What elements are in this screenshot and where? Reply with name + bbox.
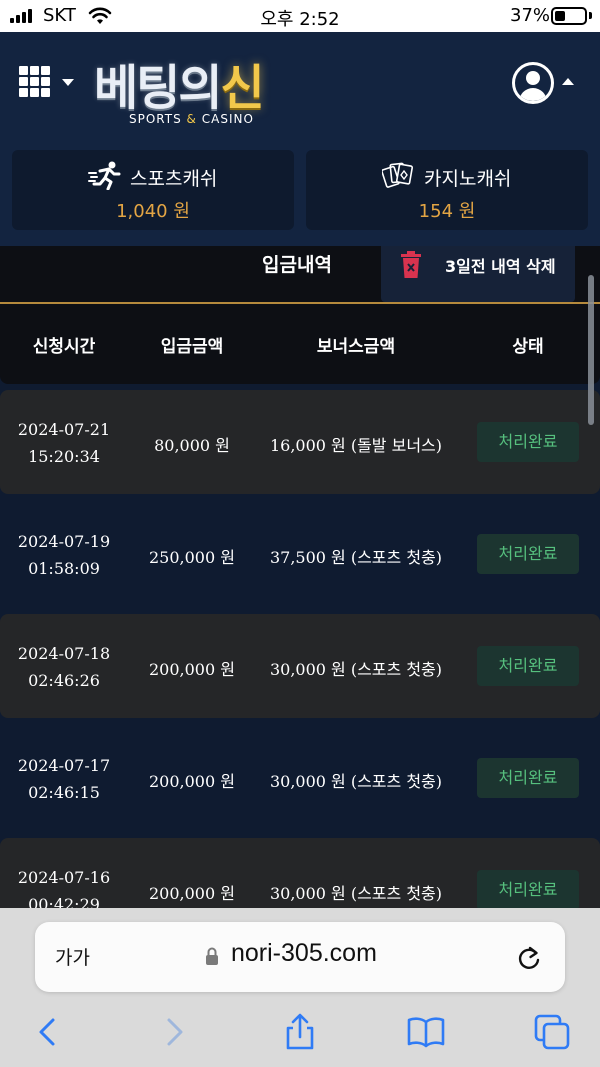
casino-cash-label: 카지노캐쉬	[424, 168, 512, 190]
deposit-table[interactable]: 2024-07-21 15:20:34 80,000 원 16,000 원 (돌발…	[0, 384, 600, 908]
row-amount: 80,000 원	[154, 436, 230, 455]
scrollbar[interactable]	[588, 275, 594, 425]
row-amount: 200,000 원	[149, 660, 235, 679]
logo-title: 베팅의신	[94, 60, 265, 116]
profile-button[interactable]	[512, 62, 576, 106]
bookmarks-icon[interactable]	[406, 1012, 446, 1052]
status-badge: 처리완료	[477, 422, 579, 462]
row-amount: 200,000 원	[149, 884, 235, 903]
row-datetime: 2024-07-21 15:20:34	[17, 420, 111, 466]
row-bonus: 37,500 원 (스포츠 첫충)	[269, 548, 443, 567]
cash-summary: 스포츠캐쉬 1,040 원 카지노캐쉬 154 원	[0, 138, 600, 246]
page-title: 입금내역	[262, 254, 332, 276]
column-header-status: 상태	[512, 337, 544, 357]
battery-percent: 37%	[510, 5, 551, 26]
table-row: 2024-07-18 02:46:26 200,000 원 30,000 원 (스…	[0, 614, 600, 718]
status-badge: 처리완료	[477, 534, 579, 574]
caret-down-icon	[62, 79, 74, 86]
casino-cash-value: 154 원	[418, 201, 476, 222]
logo-subtitle: SPORTS & CASINO	[129, 112, 254, 126]
delete-history-label: 3일전 내역 삭제	[445, 257, 556, 276]
row-bonus: 30,000 원 (스포츠 첫충)	[269, 772, 443, 791]
status-badge: 처리완료	[477, 870, 579, 908]
battery-icon	[551, 7, 587, 25]
menu-button[interactable]	[19, 66, 75, 100]
caret-up-icon	[562, 78, 574, 85]
status-badge: 처리완료	[477, 646, 579, 686]
lock-icon	[206, 947, 218, 965]
sports-cash-label: 스포츠캐쉬	[130, 168, 218, 190]
delete-history-button[interactable]: 3일전 내역 삭제	[381, 246, 575, 302]
table-row: 2024-07-16 00:42:29 200,000 원 30,000 원 (스…	[0, 838, 600, 908]
column-header-time: 신청시간	[32, 337, 96, 357]
section-title-bar: 입금내역 3일전 내역 삭제	[0, 246, 600, 304]
grid-menu-icon	[19, 66, 51, 98]
table-row: 2024-07-19 01:58:09 250,000 원 37,500 원 (스…	[0, 502, 600, 606]
browser-toolbar: 가가 nori-305.com	[0, 908, 600, 1067]
status-badge: 처리완료	[477, 758, 579, 798]
row-datetime: 2024-07-17 02:46:15	[17, 756, 111, 802]
battery-tip	[589, 12, 592, 19]
column-header-amount: 입금금액	[160, 337, 224, 357]
reload-icon[interactable]	[515, 944, 543, 972]
forward-arrow-icon[interactable]	[155, 1012, 195, 1052]
row-bonus: 30,000 원 (스포츠 첫충)	[269, 660, 443, 679]
row-bonus: 16,000 원 (돌발 보너스)	[269, 436, 443, 455]
site-header: 베팅의신 SPORTS & CASINO	[0, 32, 600, 138]
playing-cards-icon	[382, 162, 414, 188]
sports-cash-value: 1,040 원	[116, 201, 190, 222]
trash-icon	[401, 251, 421, 278]
table-header: 신청시간 입금금액 보너스금액 상태	[0, 304, 600, 384]
row-datetime: 2024-07-16 00:42:29	[17, 868, 111, 908]
text-size-button[interactable]: 가가	[55, 943, 90, 970]
casino-cash-card[interactable]: 카지노캐쉬 154 원	[306, 150, 588, 230]
row-amount: 200,000 원	[149, 772, 235, 791]
back-arrow-icon[interactable]	[27, 1012, 67, 1052]
table-row: 2024-07-21 15:20:34 80,000 원 16,000 원 (돌발…	[0, 390, 600, 494]
row-amount: 250,000 원	[149, 548, 235, 567]
share-icon[interactable]	[280, 1012, 320, 1052]
running-person-icon	[88, 161, 121, 190]
user-icon	[512, 62, 554, 104]
row-datetime: 2024-07-18 02:46:26	[17, 644, 111, 690]
tabs-icon[interactable]	[532, 1012, 572, 1052]
url-text: nori-305.com	[231, 939, 377, 967]
site-logo[interactable]: 베팅의신 SPORTS & CASINO	[94, 48, 304, 132]
table-row: 2024-07-17 02:46:15 200,000 원 30,000 원 (스…	[0, 726, 600, 830]
status-bar: SKT 오후 2:52 37%	[0, 0, 600, 32]
column-header-bonus: 보너스금액	[316, 337, 396, 357]
row-datetime: 2024-07-19 01:58:09	[17, 532, 111, 578]
address-bar[interactable]: 가가 nori-305.com	[35, 922, 565, 992]
sports-cash-card[interactable]: 스포츠캐쉬 1,040 원	[12, 150, 294, 230]
row-bonus: 30,000 원 (스포츠 첫충)	[269, 884, 443, 903]
